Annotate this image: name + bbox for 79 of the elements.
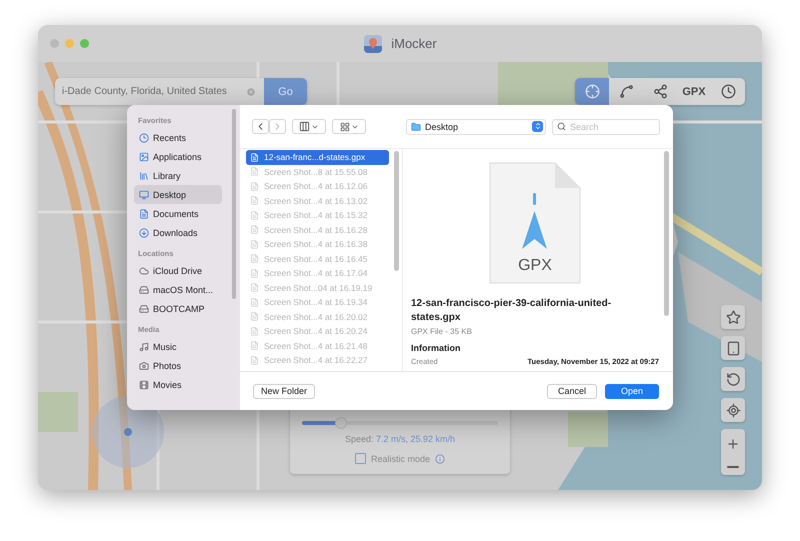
map-pin-icon	[363, 34, 384, 54]
new-folder-button[interactable]: New Folder	[253, 384, 316, 398]
grid-icon	[340, 122, 350, 132]
minus-icon	[727, 466, 739, 468]
back-button[interactable]	[252, 119, 269, 134]
rotate-icon	[726, 372, 740, 386]
info-heading: Information	[411, 343, 462, 353]
sidebar-item[interactable]: Downloads	[134, 223, 222, 242]
library-icon	[139, 170, 149, 180]
star-icon	[726, 310, 740, 324]
file-name: 12-san-francisco-pier-39-california-united-states.gpx	[411, 297, 612, 325]
file-icon	[250, 312, 259, 322]
file-icon	[250, 298, 259, 307]
file-icon	[250, 210, 259, 220]
sidebar-item[interactable]: Documents	[134, 204, 222, 223]
locate-button[interactable]	[721, 398, 745, 422]
zoom-control[interactable]	[721, 429, 745, 475]
search-icon	[557, 122, 566, 131]
file-icon	[250, 152, 259, 162]
file-icon	[250, 240, 259, 249]
sidebar-item[interactable]: Recents	[134, 128, 222, 147]
columns-icon	[299, 121, 310, 132]
document-icon	[139, 208, 149, 218]
sidebar-item[interactable]: Photos	[134, 356, 222, 375]
sidebar-item[interactable]: Music	[134, 337, 222, 356]
gpx-button[interactable]: GPX	[677, 78, 711, 105]
file-icon	[250, 196, 259, 206]
group-button[interactable]	[332, 119, 366, 134]
music-icon	[139, 342, 149, 352]
file-icon	[250, 283, 259, 292]
search-field[interactable]: i-Dade County, Florida, United States Go	[55, 78, 307, 105]
crosshair-icon	[584, 84, 600, 99]
file-icon	[250, 182, 259, 191]
sidebar-item[interactable]: Applications	[134, 147, 222, 166]
file-icon	[250, 254, 259, 264]
sidebar-item[interactable]: macOS Mont...	[134, 280, 222, 299]
toolbar-button[interactable]	[575, 78, 609, 105]
sidebar-item[interactable]: BOOTCAMP	[134, 299, 222, 318]
file-icon	[250, 326, 259, 336]
cloud-icon	[139, 266, 149, 276]
reset-button[interactable]	[721, 367, 745, 391]
view-mode-button[interactable]	[292, 119, 326, 134]
download-icon	[139, 228, 149, 238]
devices-button[interactable]	[721, 336, 745, 360]
file-icon	[250, 356, 259, 365]
route-icon	[618, 84, 634, 99]
file-details: GPX File - 35 KB	[411, 327, 473, 336]
checkbox-label: Realistic mode	[370, 454, 430, 464]
speed-text: Speed: 7.2 m/s, 25.92 km/h	[344, 434, 456, 444]
open-button[interactable]: Open	[604, 384, 659, 398]
file-row[interactable]: 12-san-franc...d-states.gpx	[246, 150, 389, 164]
drive-icon	[139, 284, 149, 294]
sidebar-item[interactable]: Movies	[134, 375, 222, 394]
file-icon	[250, 341, 259, 350]
camera-icon	[139, 360, 149, 370]
film-icon	[139, 380, 149, 390]
sidebar-item[interactable]: iCloud Drive	[134, 261, 222, 280]
slider-thumb[interactable]	[335, 417, 348, 429]
cancel-button[interactable]: Cancel	[546, 384, 597, 398]
sidebar-item[interactable]: Library	[134, 166, 222, 185]
tablet-icon	[726, 340, 740, 356]
favorite-button[interactable]	[721, 305, 745, 329]
monitor-icon	[139, 190, 149, 200]
share-icon	[652, 84, 668, 99]
window-title: iMocker	[391, 36, 437, 51]
file-icon	[250, 167, 259, 176]
sidebar-item[interactable]: Desktop	[134, 185, 222, 204]
drive-icon	[139, 304, 149, 314]
stepper-icon	[532, 120, 543, 132]
checkbox[interactable]	[354, 453, 366, 464]
plus-icon	[726, 436, 740, 450]
folder-icon	[411, 122, 421, 132]
location-dropdown[interactable]: Desktop	[406, 118, 546, 134]
crosshair-icon	[726, 402, 740, 418]
go-button[interactable]: Go	[264, 78, 307, 105]
file-icon	[250, 225, 259, 234]
file-icon	[250, 268, 259, 278]
clock-icon	[720, 84, 736, 99]
clock-icon	[139, 132, 149, 142]
